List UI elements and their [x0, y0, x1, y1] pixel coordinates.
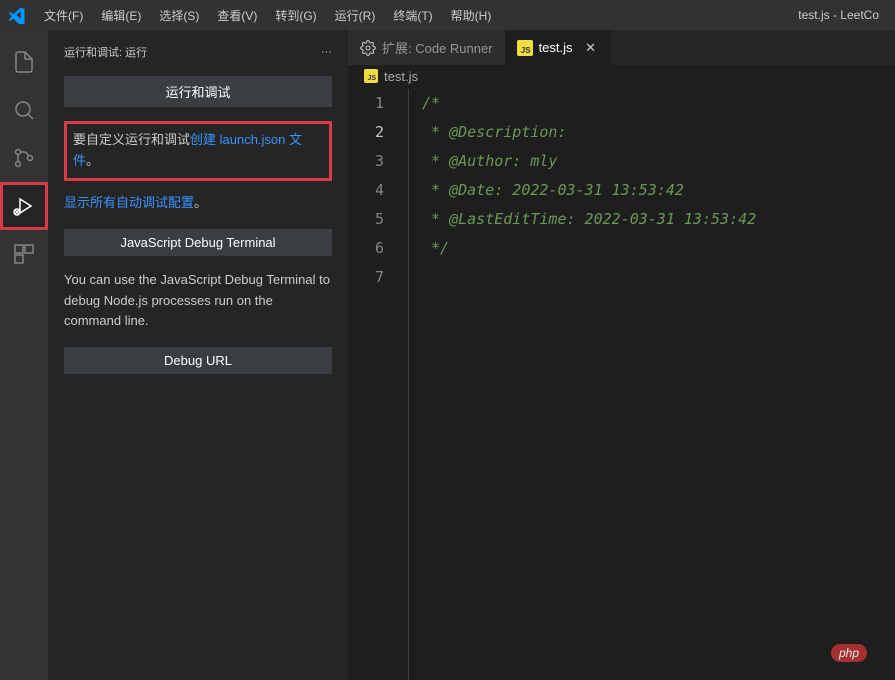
source-control-icon [12, 146, 36, 170]
code-editor[interactable]: 1234567 /* * @Description: * @Author: ml… [348, 87, 895, 680]
code-line[interactable] [408, 263, 895, 292]
code-line[interactable]: * @Date: 2022-03-31 13:53:42 [408, 176, 895, 205]
activity-bar [0, 30, 48, 680]
menu-go[interactable]: 转到(G) [267, 3, 324, 28]
activity-run-debug[interactable] [0, 182, 48, 230]
code-line[interactable]: * @Description: [408, 118, 895, 147]
period: 。 [86, 153, 99, 168]
sidebar-header: 运行和调试: 运行 ··· [64, 38, 332, 76]
debug-url-button[interactable]: Debug URL [64, 347, 332, 374]
activity-source-control[interactable] [0, 134, 48, 182]
debug-icon [12, 194, 36, 218]
launch-config-info: 要自定义运行和调试创建 launch.json 文件。 [64, 121, 332, 181]
code-content[interactable]: /* * @Description: * @Author: mly * @Dat… [408, 87, 895, 680]
tab-test-js[interactable]: JS test.js ✕ [505, 30, 611, 65]
menu-run[interactable]: 运行(R) [327, 3, 384, 28]
tab-code-runner-extension[interactable]: 扩展: Code Runner [348, 30, 505, 65]
settings-icon [360, 40, 376, 56]
close-tab-icon[interactable]: ✕ [583, 40, 599, 56]
editor-tabs: 扩展: Code Runner JS test.js ✕ [348, 30, 895, 65]
js-file-icon: JS [517, 40, 533, 56]
code-line[interactable]: */ [408, 234, 895, 263]
editor-area: 扩展: Code Runner JS test.js ✕ JS test.js … [348, 30, 895, 680]
menu-selection[interactable]: 选择(S) [151, 3, 207, 28]
tab-label: 扩展: Code Runner [382, 38, 493, 57]
files-icon [12, 50, 36, 74]
menu-view[interactable]: 查看(V) [209, 3, 265, 28]
search-icon [12, 98, 36, 122]
menu-help[interactable]: 帮助(H) [443, 3, 500, 28]
sidebar-title: 运行和调试: 运行 [64, 44, 147, 60]
line-number: 1 [348, 89, 408, 118]
tab-label: test.js [539, 40, 573, 55]
js-debug-description: You can use the JavaScript Debug Termina… [64, 270, 332, 330]
line-number: 7 [348, 263, 408, 292]
breadcrumb[interactable]: JS test.js [348, 65, 895, 87]
php-watermark: php [831, 644, 867, 662]
menu-edit[interactable]: 编辑(E) [93, 3, 149, 28]
breadcrumb-file: test.js [384, 69, 418, 84]
activity-extensions[interactable] [0, 230, 48, 278]
menu-bar: 文件(F) 编辑(E) 选择(S) 查看(V) 转到(G) 运行(R) 终端(T… [36, 3, 499, 28]
title-bar: 文件(F) 编辑(E) 选择(S) 查看(V) 转到(G) 运行(R) 终端(T… [0, 0, 895, 30]
line-number: 2 [348, 118, 408, 147]
code-line[interactable]: * @Author: mly [408, 147, 895, 176]
vscode-icon [8, 6, 26, 24]
line-number: 4 [348, 176, 408, 205]
customize-text: 要自定义运行和调试 [73, 132, 190, 147]
line-number: 3 [348, 147, 408, 176]
line-numbers-gutter: 1234567 [348, 87, 408, 680]
period2: 。 [194, 195, 207, 210]
window-title: test.js - LeetCo [798, 8, 879, 22]
run-and-debug-button[interactable]: 运行和调试 [64, 76, 332, 107]
code-line[interactable]: * @LastEditTime: 2022-03-31 13:53:42 [408, 205, 895, 234]
code-line[interactable]: /* [408, 89, 895, 118]
js-file-icon: JS [364, 69, 378, 83]
js-debug-terminal-button[interactable]: JavaScript Debug Terminal [64, 229, 332, 256]
menu-file[interactable]: 文件(F) [36, 3, 91, 28]
line-number: 5 [348, 205, 408, 234]
more-actions-icon[interactable]: ··· [321, 46, 332, 58]
activity-explorer[interactable] [0, 38, 48, 86]
run-debug-sidebar: 运行和调试: 运行 ··· 运行和调试 要自定义运行和调试创建 launch.j… [48, 30, 348, 680]
line-number: 6 [348, 234, 408, 263]
menu-terminal[interactable]: 终端(T) [385, 3, 440, 28]
activity-search[interactable] [0, 86, 48, 134]
show-auto-configs-link[interactable]: 显示所有自动调试配置 [64, 195, 194, 210]
extensions-icon [12, 242, 36, 266]
